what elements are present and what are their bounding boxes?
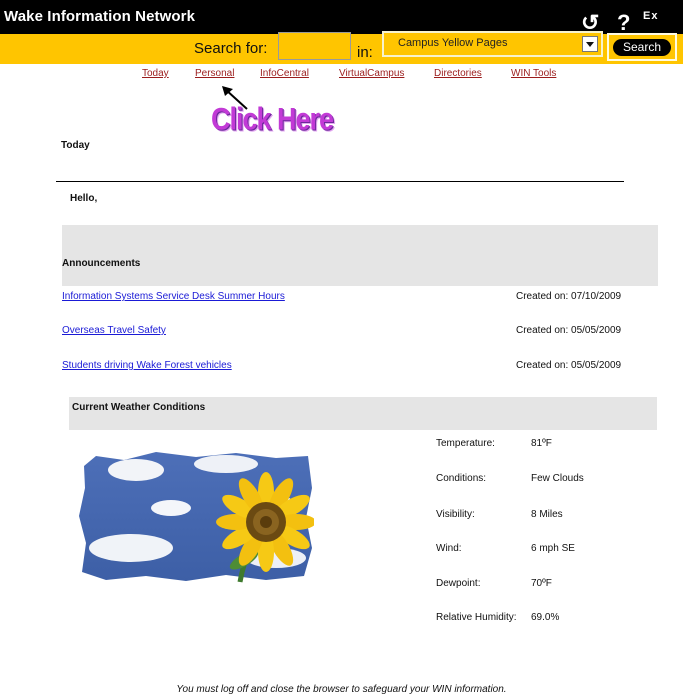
- search-button-frame: Search: [607, 33, 677, 61]
- app-title: Wake Information Network: [4, 8, 196, 25]
- chevron-down-icon[interactable]: [582, 36, 598, 52]
- greeting-text: Hello,: [70, 193, 98, 204]
- search-for-label: Search for:: [194, 40, 268, 57]
- announcement-link[interactable]: Overseas Travel Safety: [62, 325, 166, 336]
- nav-link-today[interactable]: Today: [142, 68, 169, 79]
- nav-link-personal[interactable]: Personal: [195, 68, 234, 79]
- announcement-date: Created on: 05/05/2009: [516, 360, 622, 371]
- search-button[interactable]: Search: [613, 39, 671, 56]
- logoff-notice: You must log off and close the browser t…: [176, 684, 507, 695]
- weather-label: Relative Humidity:: [436, 612, 517, 623]
- weather-label: Visibility:: [436, 509, 475, 520]
- divider: [56, 181, 624, 182]
- nav-link-win-tools[interactable]: WIN Tools: [511, 68, 556, 79]
- search-scope-select[interactable]: Campus Yellow Pages: [382, 31, 603, 57]
- search-input[interactable]: [278, 32, 351, 60]
- announcements-band: [62, 225, 658, 286]
- weather-value: 81ºF: [531, 438, 552, 449]
- click-here-callout: Click Here: [211, 101, 334, 137]
- nav-link-virtualcampus[interactable]: VirtualCampus: [339, 68, 404, 79]
- sunflower-weather-image: [79, 452, 314, 583]
- weather-value: 70ºF: [531, 578, 552, 589]
- announcement-date: Created on: 07/10/2009: [516, 291, 622, 302]
- exit-icon[interactable]: Ex: [643, 10, 658, 22]
- weather-label: Wind:: [436, 543, 462, 554]
- weather-value: 8 Miles: [531, 509, 563, 520]
- weather-value: 69.0%: [531, 612, 560, 623]
- announcement-date: Created on: 05/05/2009: [516, 325, 622, 336]
- search-in-label: in:: [357, 44, 373, 61]
- weather-label: Temperature:: [436, 438, 495, 449]
- announcements-title: Announcements: [62, 258, 141, 269]
- weather-value: Few Clouds: [531, 473, 584, 484]
- weather-title: Current Weather Conditions: [72, 402, 206, 413]
- announcement-link[interactable]: Information Systems Service Desk Summer …: [62, 291, 285, 302]
- announcement-link[interactable]: Students driving Wake Forest vehicles: [62, 360, 232, 371]
- nav-link-infocentral[interactable]: InfoCentral: [260, 68, 309, 79]
- weather-value: 6 mph SE: [531, 543, 575, 554]
- nav-link-directories[interactable]: Directories: [434, 68, 482, 79]
- search-scope-value: Campus Yellow Pages: [398, 37, 508, 49]
- weather-label: Dewpoint:: [436, 578, 481, 589]
- page-title: Today: [61, 140, 90, 151]
- weather-label: Conditions:: [436, 473, 487, 484]
